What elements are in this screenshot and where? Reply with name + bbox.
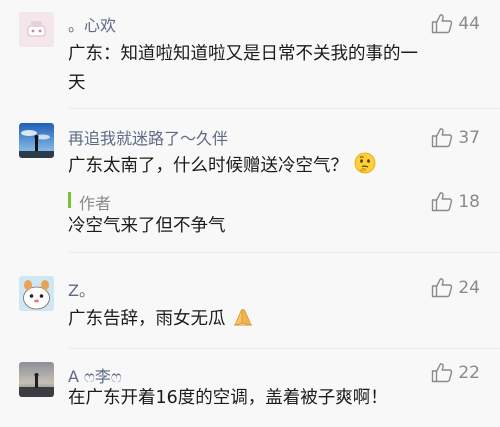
thumbs-up-icon [432,14,453,34]
comment-2: 再追我就迷路了～久伴 37 广东太南了，什么时候赠送冷空气？ 作者 18 冷空气… [0,110,500,245]
reply-author-label: 作者 [79,194,112,213]
comment-text: 在广东开着16度的空调，盖着被子爽啊！ [68,388,388,408]
comment-text-content: 广东告辞，雨女无瓜 [68,309,226,329]
comment-text-line: 天 [68,73,86,93]
like-count: 24 [458,277,480,298]
avatar[interactable] [19,362,54,397]
avatar[interactable] [19,123,54,158]
comment-3: Z。 24 广东告辞，雨女无瓜 [0,254,500,344]
like-button[interactable]: 22 [431,362,480,383]
comment-text-line: 广东：知道啦知道啦又是日常不关我的事的一 [68,44,418,64]
comment-text-content: 广东太南了，什么时候赠送冷空气？ [68,156,348,176]
comment-text: 广东太南了，什么时候赠送冷空气？ [68,152,488,184]
like-button[interactable]: 37 [431,127,480,148]
like-count: 22 [458,362,480,383]
comment-text: 广东：知道啦知道啦又是日常不关我的事的一 天 [68,40,488,98]
reply-like-button[interactable]: 18 [431,191,480,212]
divider [68,348,500,349]
reply-text: 冷空气来了但不争气 [68,216,226,236]
comment-1: 。心欢 44 广东：知道啦知道啦又是日常不关我的事的一 天 [0,0,500,105]
like-count: 44 [458,13,480,34]
comment-text: 广东告辞，雨女无瓜 [68,305,488,337]
divider [68,108,500,109]
bowing-hands-icon [232,307,254,337]
thumbs-up-icon [432,363,453,383]
author-reply-marker [68,192,71,208]
thinking-face-icon [354,152,376,184]
comment-nickname[interactable]: 再追我就迷路了～久伴 [68,125,228,149]
like-button[interactable]: 24 [431,277,480,298]
avatar[interactable] [19,12,54,47]
like-button[interactable]: 44 [431,13,480,34]
comment-nickname[interactable]: Z。 [68,277,95,301]
thumbs-up-icon [432,278,453,298]
like-count: 37 [458,127,480,148]
comment-nickname[interactable]: 。心欢 [68,12,116,36]
thumbs-up-icon [432,128,453,148]
avatar[interactable] [19,276,54,311]
like-count: 18 [458,191,480,212]
comment-4: A ෆ李ෆ 22 在广东开着16度的空调，盖着被子爽啊！ [0,350,500,427]
thumbs-up-icon [432,192,453,212]
divider [68,252,500,253]
